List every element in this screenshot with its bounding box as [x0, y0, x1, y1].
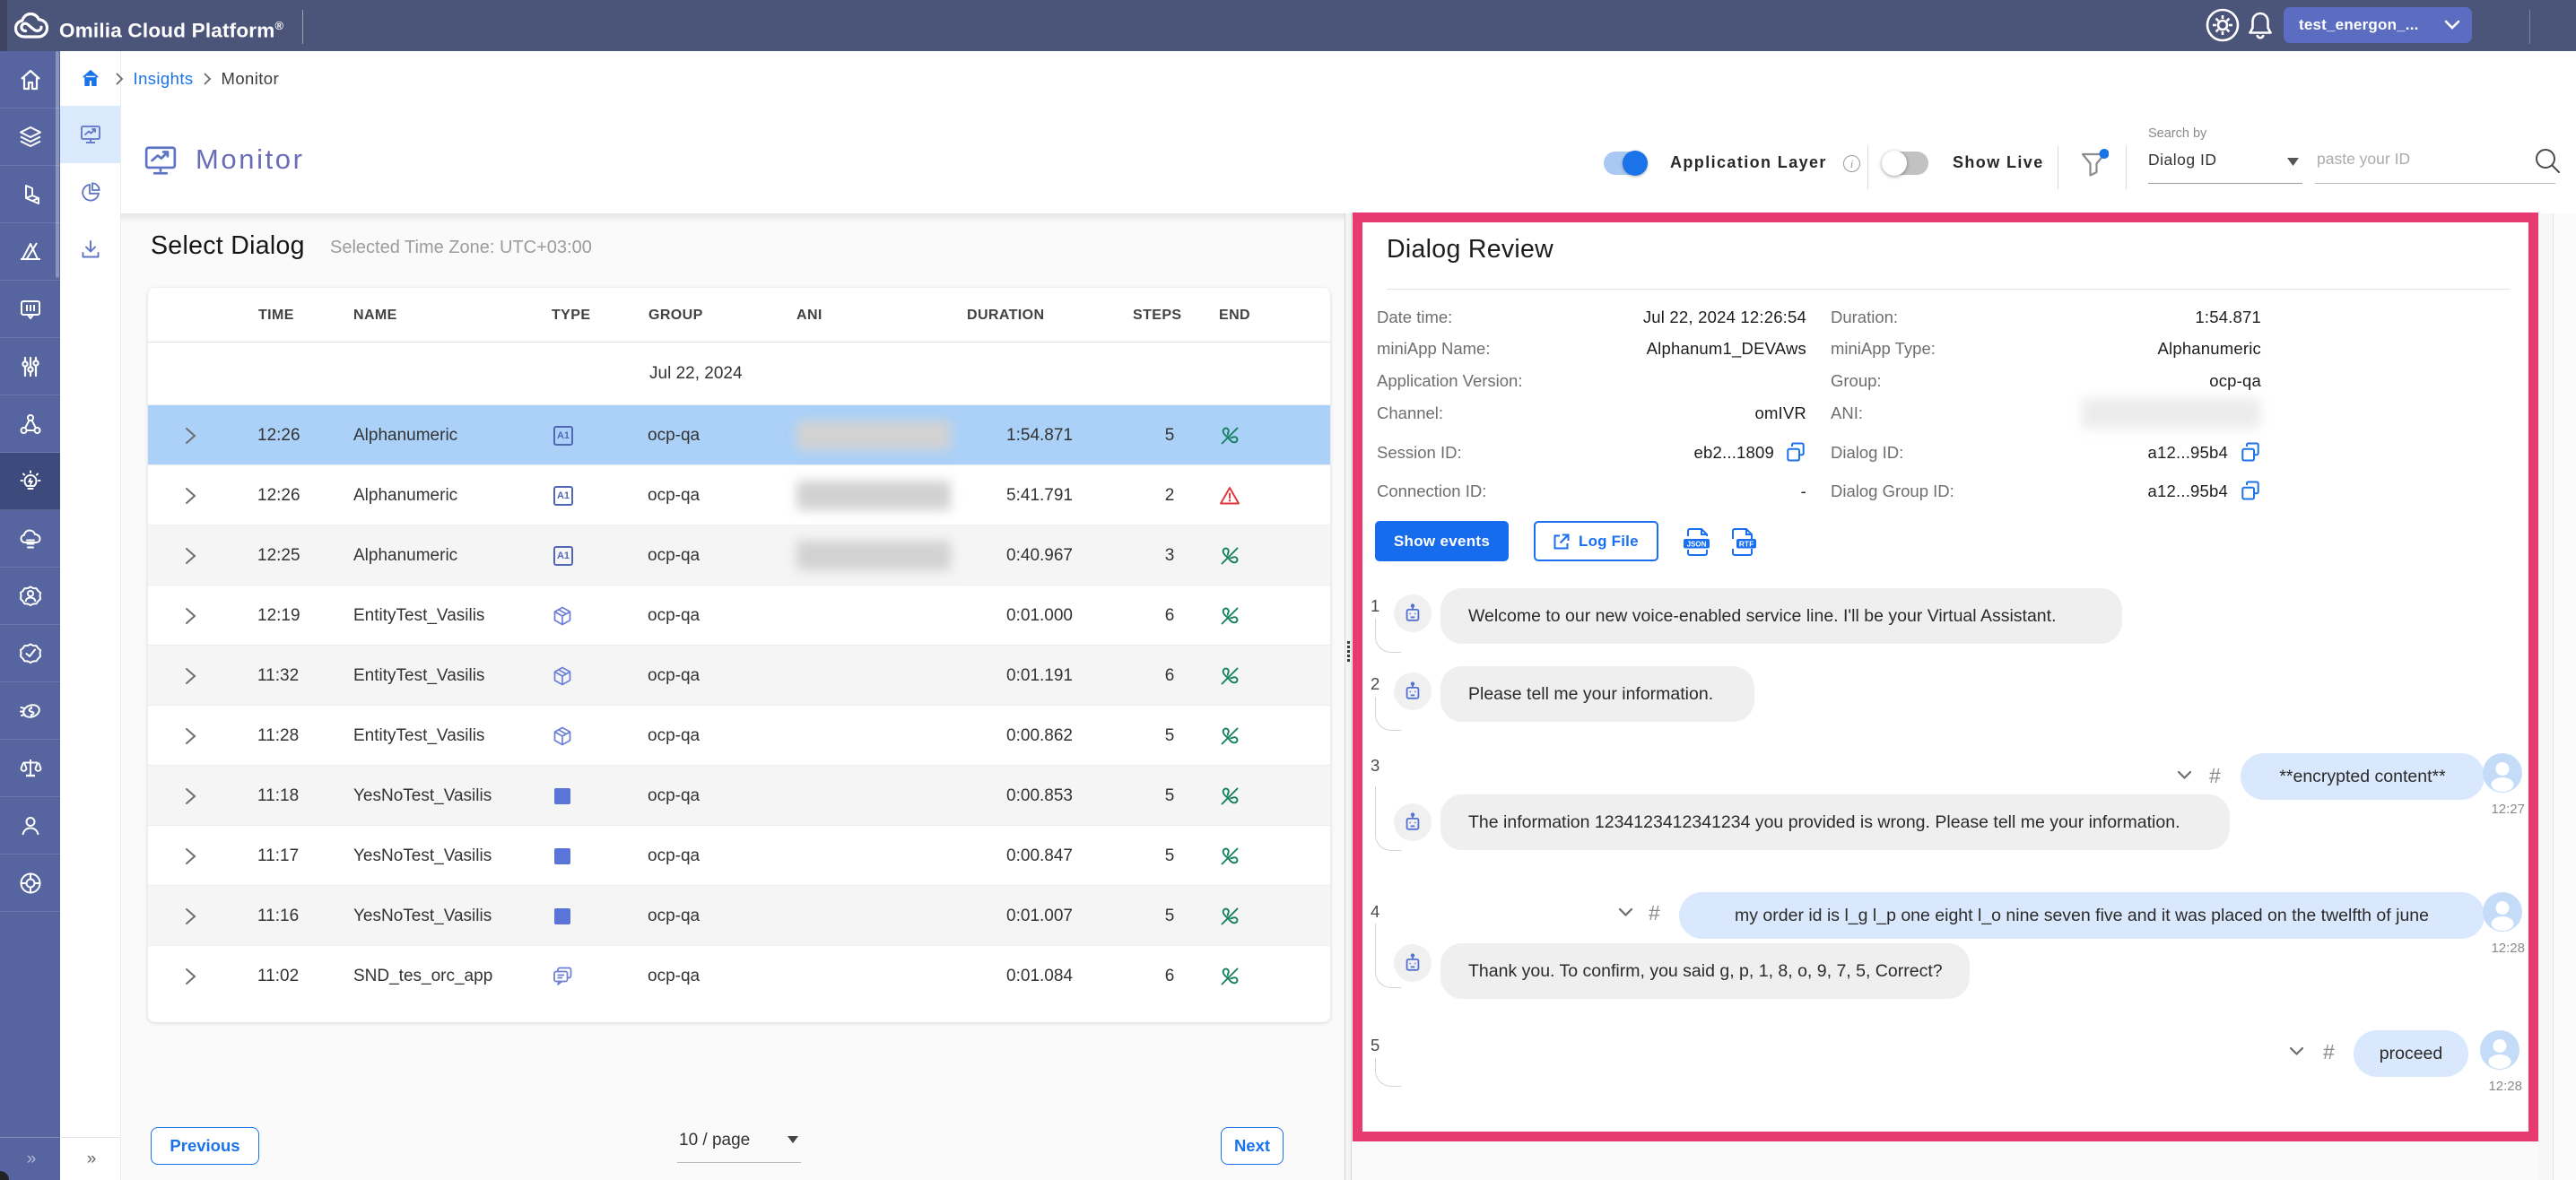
- svg-text:JSON: JSON: [1687, 541, 1707, 549]
- svg-text:RTF: RTF: [1739, 540, 1754, 549]
